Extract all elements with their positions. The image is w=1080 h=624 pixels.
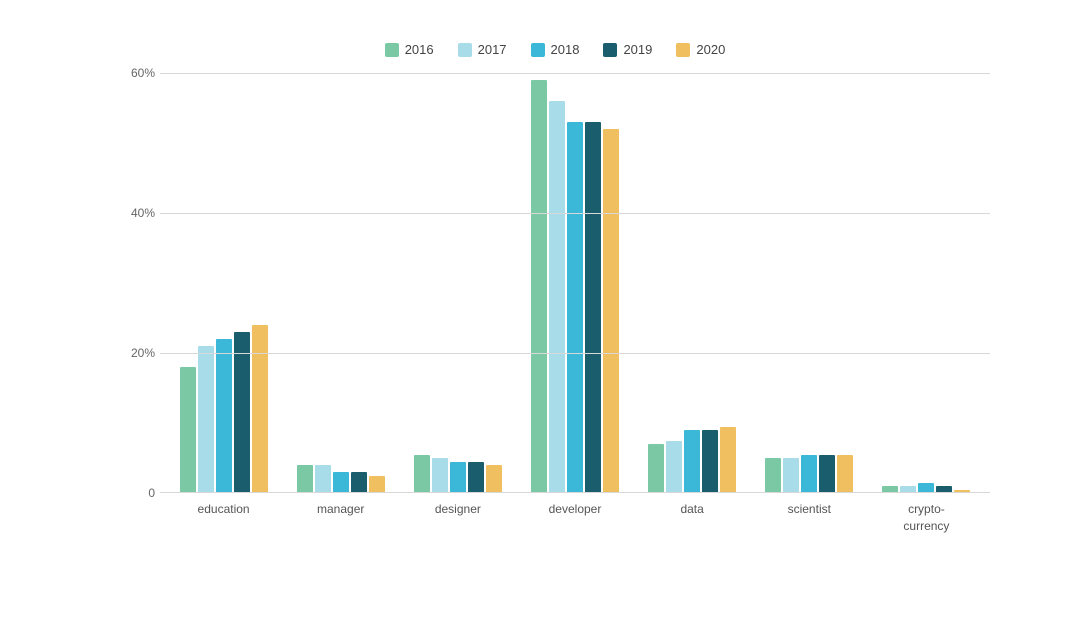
bar-scientist-2017 xyxy=(783,458,799,493)
bar-developer-2020 xyxy=(603,129,619,493)
legend-item-2016: 2016 xyxy=(385,42,434,57)
x-label-designer: designer xyxy=(399,493,516,535)
bar-group-cryptocurrency xyxy=(868,73,985,493)
legend-color-2019 xyxy=(603,43,617,57)
legend-label-2017: 2017 xyxy=(478,42,507,57)
bar-group-developer xyxy=(516,73,633,493)
bar-developer-2019 xyxy=(585,122,601,493)
y-label-60: 60% xyxy=(110,66,155,80)
bar-group-scientist xyxy=(751,73,868,493)
x-label-data: data xyxy=(634,493,751,535)
bar-manager-2020 xyxy=(369,476,385,493)
bar-cryptocurrency-2017 xyxy=(900,486,916,493)
bar-group-data xyxy=(634,73,751,493)
legend-color-2018 xyxy=(531,43,545,57)
bar-cryptocurrency-2018 xyxy=(918,483,934,494)
bars-area xyxy=(160,73,990,493)
bar-cryptocurrency-2019 xyxy=(936,486,952,493)
x-label-cryptocurrency: crypto-currency xyxy=(868,493,985,535)
bar-group-education xyxy=(165,73,282,493)
legend-label-2016: 2016 xyxy=(405,42,434,57)
bar-data-2020 xyxy=(720,427,736,494)
bar-manager-2019 xyxy=(351,472,367,493)
bar-data-2018 xyxy=(684,430,700,493)
bar-designer-2019 xyxy=(468,462,484,494)
bar-designer-2016 xyxy=(414,455,430,494)
bar-manager-2017 xyxy=(315,465,331,493)
y-label-0: 0 xyxy=(110,486,155,500)
legend-item-2017: 2017 xyxy=(458,42,507,57)
bar-manager-2018 xyxy=(333,472,349,493)
legend-item-2019: 2019 xyxy=(603,42,652,57)
legend-label-2020: 2020 xyxy=(696,42,725,57)
chart-container: 2016 2017 2018 2019 2020 60% 40% 20% 0 educa… xyxy=(40,22,1040,602)
x-label-scientist: scientist xyxy=(751,493,868,535)
bar-developer-2017 xyxy=(549,101,565,493)
bar-manager-2016 xyxy=(297,465,313,493)
bar-designer-2018 xyxy=(450,462,466,494)
legend-item-2018: 2018 xyxy=(531,42,580,57)
bar-education-2017 xyxy=(198,346,214,493)
legend-label-2019: 2019 xyxy=(623,42,652,57)
x-axis-labels: educationmanagerdesignerdeveloperdatasci… xyxy=(160,493,990,535)
bar-education-2018 xyxy=(216,339,232,493)
bar-developer-2018 xyxy=(567,122,583,493)
bar-designer-2020 xyxy=(486,465,502,493)
bar-data-2017 xyxy=(666,441,682,494)
legend-color-2020 xyxy=(676,43,690,57)
y-label-20: 20% xyxy=(110,346,155,360)
bar-designer-2017 xyxy=(432,458,448,493)
bar-education-2020 xyxy=(252,325,268,493)
chart-legend: 2016 2017 2018 2019 2020 xyxy=(110,42,1000,57)
bar-education-2016 xyxy=(180,367,196,493)
bar-cryptocurrency-2020 xyxy=(954,490,970,494)
bar-cryptocurrency-2016 xyxy=(882,486,898,493)
bar-developer-2016 xyxy=(531,80,547,493)
bar-group-manager xyxy=(282,73,399,493)
legend-item-2020: 2020 xyxy=(676,42,725,57)
legend-label-2018: 2018 xyxy=(551,42,580,57)
x-label-manager: manager xyxy=(282,493,399,535)
bar-scientist-2020 xyxy=(837,455,853,494)
bar-education-2019 xyxy=(234,332,250,493)
legend-color-2016 xyxy=(385,43,399,57)
x-label-developer: developer xyxy=(516,493,633,535)
bar-scientist-2018 xyxy=(801,455,817,494)
bar-group-designer xyxy=(399,73,516,493)
bar-scientist-2019 xyxy=(819,455,835,494)
x-label-education: education xyxy=(165,493,282,535)
legend-color-2017 xyxy=(458,43,472,57)
bar-scientist-2016 xyxy=(765,458,781,493)
y-label-40: 40% xyxy=(110,206,155,220)
bar-data-2019 xyxy=(702,430,718,493)
bar-data-2016 xyxy=(648,444,664,493)
